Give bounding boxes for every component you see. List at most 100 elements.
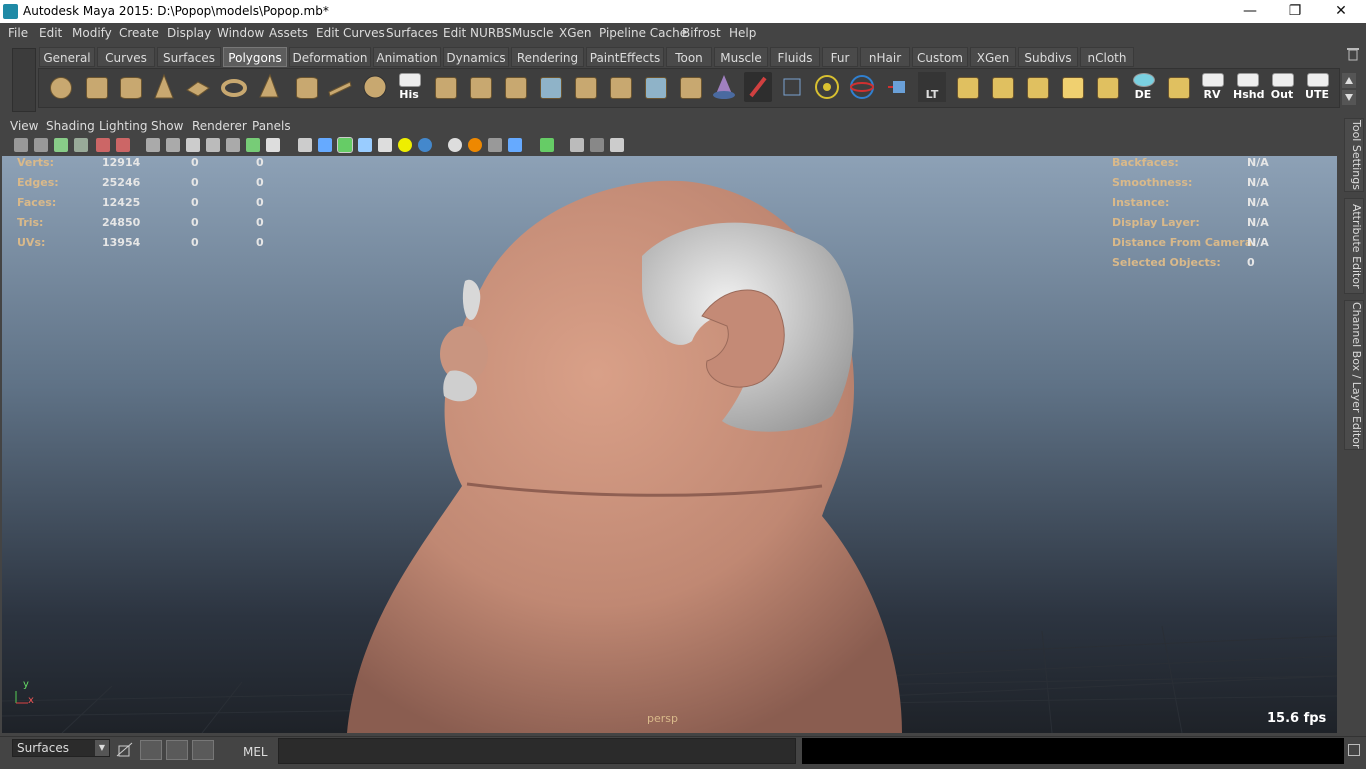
boolean-difference-icon[interactable] (571, 72, 599, 102)
wireframe-on-shaded-icon[interactable] (337, 137, 353, 153)
extract-icon[interactable] (501, 72, 529, 102)
shelf-tab-fur[interactable]: Fur (822, 47, 858, 67)
poly-helix-icon[interactable] (326, 72, 354, 102)
image-plane-icon[interactable] (74, 138, 88, 152)
2d-pan-zoom-icon[interactable] (96, 138, 110, 152)
menu-edit-curves[interactable]: Edit Curves (316, 26, 385, 40)
wireframe-shading-icon[interactable] (298, 138, 312, 152)
scale-tool-icon[interactable] (884, 72, 912, 102)
shelf-tab-nhair[interactable]: nHair (860, 47, 910, 67)
move-tool-icon[interactable] (813, 72, 841, 102)
poly-cube-icon[interactable] (82, 72, 110, 102)
xray-joints-icon[interactable] (570, 138, 584, 152)
boolean-union-icon[interactable] (536, 72, 564, 102)
wireframe-cube-icon[interactable] (779, 72, 807, 102)
shelf-trash-icon[interactable] (1346, 47, 1360, 61)
boolean-intersection-icon[interactable] (606, 72, 634, 102)
rv-icon[interactable]: RV (1198, 72, 1226, 102)
safe-action-icon[interactable] (246, 138, 260, 152)
shelf-tab-curves[interactable]: Curves (97, 47, 155, 67)
combine-icon[interactable] (431, 72, 459, 102)
rotate-tool-icon[interactable] (848, 72, 876, 102)
use-all-lights-icon[interactable] (378, 138, 392, 152)
menu-window[interactable]: Window (217, 26, 264, 40)
panel-menu-show[interactable]: Show (151, 119, 183, 133)
shelf-tab-deformation[interactable]: Deformation (289, 47, 371, 67)
menu-pipeline-cache[interactable]: Pipeline Cache (599, 26, 687, 40)
history-icon[interactable]: His (395, 72, 423, 102)
shadows-icon[interactable] (398, 138, 412, 152)
mel-command-input[interactable] (278, 738, 796, 764)
grid-toggle-icon[interactable] (146, 138, 160, 152)
shelf-tab-subdivs[interactable]: Subdivs (1018, 47, 1078, 67)
separate-icon[interactable] (466, 72, 494, 102)
shelf-tab-polygons[interactable]: Polygons (223, 47, 287, 67)
film-gate-icon[interactable] (166, 138, 180, 152)
snap-together-icon[interactable] (116, 741, 134, 759)
isolate-select-icon[interactable] (540, 138, 554, 152)
uv-layout-icon[interactable] (1058, 72, 1086, 102)
smooth-shading-icon[interactable] (318, 138, 332, 152)
poly-torus-icon[interactable] (220, 72, 248, 102)
out-icon[interactable]: Out (1268, 72, 1296, 102)
poly-cone-icon[interactable] (150, 72, 178, 102)
menu-set-selector[interactable]: Surfaces ▼ (12, 739, 110, 757)
shelf-tab-toon[interactable]: Toon (666, 47, 712, 67)
safe-title-icon[interactable] (266, 138, 280, 152)
script-editor-icon[interactable] (140, 740, 162, 760)
menu-xgen[interactable]: XGen (559, 26, 592, 40)
uv-snapshot-icon[interactable] (1164, 72, 1192, 102)
panel-menu-renderer[interactable]: Renderer (192, 119, 247, 133)
poly-pipe-icon[interactable] (292, 72, 320, 102)
hypershade-icon[interactable] (192, 740, 214, 760)
menu-create[interactable]: Create (119, 26, 159, 40)
reduce-icon[interactable] (710, 72, 738, 102)
bookmarks-icon[interactable] (54, 138, 68, 152)
poly-sphere-icon[interactable] (46, 72, 74, 102)
menu-help[interactable]: Help (729, 26, 756, 40)
mirror-geometry-icon[interactable] (641, 72, 669, 102)
gate-mask-icon[interactable] (206, 138, 220, 152)
panel-menu-shading[interactable]: Shading (46, 119, 95, 133)
panel-menu-panels[interactable]: Panels (252, 119, 291, 133)
motion-blur-icon[interactable] (448, 138, 462, 152)
shelf-tab-xgen[interactable]: XGen (970, 47, 1016, 67)
outliner-icon[interactable] (166, 740, 188, 760)
lt-icon[interactable]: LT (918, 72, 946, 102)
shelf-tab-rendering[interactable]: Rendering (511, 47, 584, 67)
menu-surfaces[interactable]: Surfaces (386, 26, 438, 40)
anti-aliasing-icon[interactable] (468, 138, 482, 152)
shelf-tab-muscle[interactable]: Muscle (714, 47, 768, 67)
maximize-button[interactable]: ❐ (1272, 2, 1318, 22)
script-editor-button-icon[interactable] (1348, 744, 1360, 756)
select-camera-icon[interactable] (14, 138, 28, 152)
menu-display[interactable]: Display (167, 26, 211, 40)
uv-grid-icon[interactable] (953, 72, 981, 102)
menu-file[interactable]: File (8, 26, 28, 40)
shelf-tab-custom[interactable]: Custom (912, 47, 968, 67)
camera-attributes-icon[interactable] (34, 138, 48, 152)
poly-plane-icon[interactable] (184, 72, 212, 102)
panel-menu-view[interactable]: View (10, 119, 38, 133)
attribute-editor-tab[interactable]: Attribute Editor (1344, 198, 1364, 294)
panel-menu-lighting[interactable]: Lighting (99, 119, 148, 133)
shelf-tab-general[interactable]: General (39, 47, 95, 67)
grease-pencil-icon[interactable] (116, 138, 130, 152)
xray-icon[interactable] (508, 138, 522, 152)
uv-select-icon[interactable] (1023, 72, 1051, 102)
shelf-tab-animation[interactable]: Animation (373, 47, 441, 67)
shelf-menu-grip[interactable] (12, 48, 36, 112)
smooth-icon[interactable] (676, 72, 704, 102)
ambient-occlusion-icon[interactable] (418, 138, 432, 152)
poly-soccer-ball-icon[interactable] (361, 72, 389, 102)
de-icon[interactable]: DE (1129, 72, 1157, 102)
poly-cylinder-icon[interactable] (116, 72, 144, 102)
xray-components-icon[interactable] (590, 138, 604, 152)
uv-unfold-icon[interactable] (1093, 72, 1121, 102)
camera-settings-icon[interactable] (610, 138, 624, 152)
menu-edit[interactable]: Edit (39, 26, 62, 40)
shelf-tab-fluids[interactable]: Fluids (770, 47, 820, 67)
ute-icon[interactable]: UTE (1303, 72, 1331, 102)
menu-modify[interactable]: Modify (72, 26, 112, 40)
hshd-icon[interactable]: Hshd (1233, 72, 1264, 102)
